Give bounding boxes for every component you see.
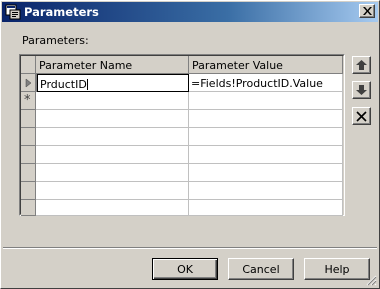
column-header-parameter-name[interactable]: Parameter Name (36, 56, 189, 74)
row-header[interactable] (21, 74, 36, 92)
new-row-asterisk-icon: * (24, 93, 31, 108)
delete-x-icon (356, 111, 367, 122)
ok-button[interactable]: OK (152, 258, 218, 280)
move-up-button[interactable] (352, 56, 371, 74)
arrow-up-icon (356, 60, 367, 70)
title-bar[interactable]: Parameters (2, 2, 378, 22)
empty-row (21, 110, 343, 128)
empty-row (21, 128, 343, 146)
close-button[interactable] (359, 4, 375, 18)
empty-row (21, 200, 343, 216)
arrow-down-icon (356, 85, 367, 95)
grid-corner-header (21, 56, 36, 74)
new-row-header[interactable]: * (21, 92, 36, 110)
new-parameter-name-cell[interactable] (36, 92, 189, 110)
parameters-dialog: Parameters Parameters: Parameter Name Pa… (0, 0, 380, 289)
help-button[interactable]: Help (304, 258, 370, 280)
parameters-app-icon (5, 4, 21, 20)
resize-grip-icon[interactable] (365, 274, 377, 286)
new-row[interactable]: * (21, 92, 343, 110)
parameter-value-cell[interactable]: =Fields!ProductID.Value (189, 74, 343, 92)
footer-divider (3, 247, 377, 249)
move-down-button[interactable] (352, 81, 371, 99)
empty-row (21, 164, 343, 182)
current-row-arrow-icon (25, 78, 32, 88)
text-caret (86, 79, 88, 90)
window-title: Parameters (24, 5, 99, 19)
grid-header-row: Parameter Name Parameter Value (21, 56, 343, 74)
empty-row (21, 182, 343, 200)
new-parameter-value-cell[interactable] (189, 92, 343, 110)
parameters-grid[interactable]: Parameter Name Parameter Value PrductID … (19, 54, 345, 216)
parameters-label: Parameters: (22, 34, 89, 47)
table-row[interactable]: PrductID =Fields!ProductID.Value (21, 74, 343, 92)
delete-parameter-button[interactable] (352, 107, 371, 125)
parameter-name-input[interactable]: PrductID (37, 74, 189, 92)
cancel-button[interactable]: Cancel (228, 258, 294, 280)
column-header-parameter-value[interactable]: Parameter Value (189, 56, 343, 74)
parameter-name-text: PrductID (40, 78, 87, 91)
empty-row (21, 146, 343, 164)
close-icon (363, 7, 372, 15)
